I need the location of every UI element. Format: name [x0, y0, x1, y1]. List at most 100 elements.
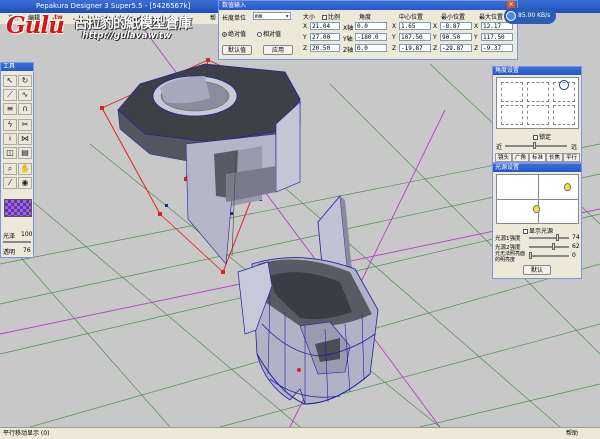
lock-checkbox[interactable]: 锁定 — [533, 132, 551, 141]
light1-slider-thumb[interactable] — [556, 234, 560, 241]
apply-button[interactable]: 应用 — [263, 45, 293, 55]
camera-distance-thumb[interactable] — [533, 142, 536, 149]
center-y-field[interactable]: 107.50 — [399, 33, 431, 41]
lock-label: 锁定 — [539, 134, 552, 141]
angle-y-field[interactable]: -180.0 — [355, 33, 387, 41]
status-text: 平行移动显示 (0) — [3, 430, 50, 437]
tab-lens[interactable]: 镜头 — [495, 153, 512, 162]
face-icon[interactable]: ▤ — [18, 147, 32, 159]
network-speed-indicator: 85.00 KB/s — [504, 8, 556, 24]
light2-bulb-icon[interactable] — [533, 205, 540, 213]
tab-tele[interactable]: 长焦 — [546, 153, 563, 162]
chevron-down-icon: ▾ — [285, 13, 289, 20]
watermark-logo: Gulu .tw 古拉豹的紙模型倉庫 http://gulavaw.tw — [4, 10, 219, 44]
numeric-input-panel: 数值输入 ✕ 长度单位 mm ▾ 绝对值 相对值 默认值 应用 大小 比例 角度 … — [218, 0, 518, 60]
center-y-axis: Y — [392, 34, 396, 41]
join-icon[interactable]: ⋈ — [18, 133, 32, 145]
light-default-button[interactable]: 默认 — [523, 265, 551, 275]
show-light-label: 显示光源 — [529, 228, 554, 235]
light2-slider[interactable] — [529, 246, 569, 248]
min-header: 最小位置 — [441, 14, 466, 21]
light1-slider[interactable] — [529, 237, 569, 239]
model-lower-part[interactable] — [237, 195, 379, 405]
min-x-field[interactable]: -8.87 — [440, 22, 472, 30]
ambient-slider[interactable] — [529, 255, 569, 257]
view-cell[interactable] — [527, 105, 549, 125]
tab-standard[interactable]: 标准 — [529, 153, 546, 162]
view-cell[interactable] — [553, 105, 575, 125]
size-x-field[interactable]: 21.04 — [310, 22, 340, 30]
ambient-slider-thumb[interactable] — [529, 252, 532, 259]
angle-x-field[interactable]: 0.0 — [355, 22, 387, 30]
angle-settings-panel: 角度设置 锁定 近 远 镜头 广角 标准 长焦 平行 — [492, 66, 582, 163]
rotate-icon[interactable]: ↻ — [18, 75, 32, 87]
logo-name: 古拉豹的紙模型倉庫 — [74, 16, 192, 32]
light-settings-panel: 光源设置 显示光源 光源1强度 74 光源2强度 62 光无法照亮面的明亮度 0… — [492, 163, 582, 279]
light2-slider-thumb[interactable] — [551, 243, 555, 250]
box-icon[interactable]: ◫ — [3, 147, 17, 159]
light-position-view[interactable] — [496, 174, 579, 224]
ratio-checkbox[interactable]: 比例 — [322, 12, 340, 21]
absolute-radio[interactable]: 绝对值 — [222, 29, 246, 38]
lasso-icon[interactable]: ∿ — [18, 89, 32, 101]
light1-value: 74 — [572, 234, 580, 241]
view-cell[interactable] — [501, 82, 523, 102]
unit-select[interactable]: mm ▾ — [253, 12, 291, 20]
tab-wide[interactable]: 广角 — [512, 153, 529, 162]
center-z-axis: Z — [392, 45, 397, 52]
camera-view-grid[interactable] — [496, 77, 579, 129]
min-z-field[interactable]: -29.87 — [440, 44, 472, 52]
absolute-label: 绝对值 — [228, 31, 247, 38]
vertex-icon[interactable]: ⟊ — [3, 133, 17, 145]
tab-parallel[interactable]: 平行 — [563, 153, 580, 162]
parallel-icon[interactable]: ≡ — [3, 103, 17, 115]
size-z-field[interactable]: 20.50 — [310, 44, 340, 52]
unit-select-value: mm — [255, 13, 263, 20]
max-y-axis: Y — [474, 34, 478, 41]
relative-radio[interactable]: 相对值 — [257, 29, 281, 38]
unit-label: 长度单位 — [222, 15, 247, 22]
numeric-panel-title: 数值输入 ✕ — [219, 1, 517, 10]
center-x-axis: X — [392, 23, 397, 30]
logo-tw: .tw — [52, 14, 63, 21]
max-header: 最大位置 — [479, 14, 504, 21]
magnet-icon[interactable]: ∩ — [18, 103, 32, 115]
gloss-slider-track[interactable] — [3, 241, 31, 243]
hand-icon[interactable]: ✋ — [18, 163, 32, 175]
paint-bucket-icon[interactable]: ◉ — [18, 177, 32, 189]
center-z-field[interactable]: -19.87 — [399, 44, 431, 52]
angle-y-label: Y轴 — [343, 36, 353, 43]
zoom-icon[interactable]: ⌕ — [3, 163, 17, 175]
center-x-field[interactable]: 1.65 — [399, 22, 431, 30]
view-cell[interactable] — [527, 82, 549, 102]
model-upper-part[interactable] — [117, 63, 301, 265]
select-arrow-icon[interactable]: ↖ — [3, 75, 17, 87]
angle-x-label: X轴 — [343, 25, 354, 32]
size-y-field[interactable]: 27.00 — [310, 33, 340, 41]
show-light-checkbox[interactable]: 显示光源 — [523, 226, 553, 235]
draw-line-icon[interactable]: ⟋ — [3, 89, 17, 101]
default-button[interactable]: 默认值 — [222, 45, 252, 55]
camera-distance-slider[interactable] — [505, 145, 567, 147]
eyedropper-icon[interactable]: ⁄ — [3, 177, 17, 189]
texture-color-swatch[interactable] — [4, 199, 32, 217]
min-x-axis: X — [433, 23, 438, 30]
status-bar: 平行移动显示 (0) 帮助 — [0, 427, 600, 439]
light-panel-title: 光源设置 — [493, 164, 581, 172]
max-z-field[interactable]: -9.37 — [481, 44, 513, 52]
view-cell[interactable] — [501, 105, 523, 125]
center-header: 中心位置 — [399, 14, 424, 21]
row-z-axis: Z — [303, 45, 308, 52]
min-y-field[interactable]: 90.50 — [440, 33, 472, 41]
row-x-axis: X — [303, 23, 308, 30]
max-y-field[interactable]: 117.50 — [481, 33, 513, 41]
tools-panel-title: 工具 — [1, 63, 33, 71]
fold-icon[interactable]: ϟ — [3, 119, 17, 131]
speed-value: 85.00 KB/s — [518, 12, 551, 19]
light1-bulb-icon[interactable] — [564, 183, 571, 191]
numeric-panel-title-text: 数值输入 — [222, 2, 247, 9]
status-help: 帮助 — [565, 430, 578, 437]
angle-z-field[interactable]: 0.0 — [355, 44, 387, 52]
cut-icon[interactable]: ✂ — [18, 119, 32, 131]
size-header: 大小 — [303, 14, 316, 21]
